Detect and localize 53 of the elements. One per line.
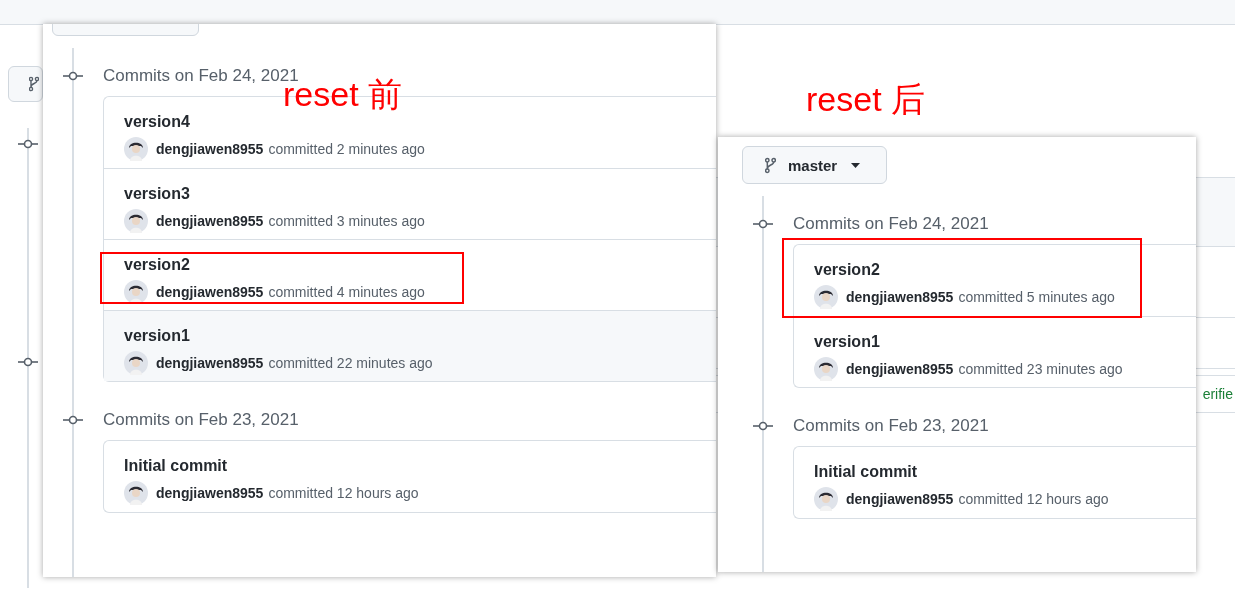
commit-date-heading: Commits on Feb 24, 2021	[793, 214, 989, 234]
commit-node-icon	[63, 71, 83, 81]
author-link[interactable]: dengjiawen8955	[156, 213, 264, 229]
commit-title[interactable]: version2	[814, 259, 1196, 281]
commit-row[interactable]: version1 dengjiawen8955 committed 23 minutes ago	[794, 316, 1196, 387]
branch-icon	[765, 156, 776, 174]
commit-title[interactable]: version1	[814, 331, 1196, 353]
annotation-label: reset 后	[806, 79, 926, 119]
commit-time: committed 12 hours ago	[958, 491, 1109, 507]
commit-title[interactable]: version1	[124, 325, 716, 347]
commit-row[interactable]: Initial commit dengjiawen8955 committed 12 hours ago	[104, 441, 716, 512]
commit-date-heading: Commits on Feb 23, 2021	[793, 416, 989, 436]
commit-row[interactable]: version1 dengjiawen8955 committed 22 minutes ago	[104, 310, 716, 381]
commit-time: committed 3 minutes ago	[268, 213, 425, 229]
author-link[interactable]: dengjiawen8955	[156, 485, 264, 501]
avatar-icon	[814, 357, 838, 381]
commit-title[interactable]: Initial commit	[814, 461, 1196, 483]
author-link[interactable]: dengjiawen8955	[156, 355, 264, 371]
author-link[interactable]: dengjiawen8955	[846, 361, 954, 377]
author-link[interactable]: dengjiawen8955	[156, 284, 264, 300]
commit-time: committed 2 minutes ago	[268, 141, 425, 157]
author-link[interactable]: dengjiawen8955	[846, 289, 954, 305]
verified-label: erifie	[1202, 386, 1233, 402]
avatar-icon	[124, 137, 148, 161]
commit-node-icon	[63, 415, 83, 425]
commit-time: committed 4 minutes ago	[268, 284, 425, 300]
commit-node-icon	[753, 421, 773, 431]
commit-date-heading: Commits on Feb 23, 2021	[103, 410, 299, 430]
commit-time: committed 22 minutes ago	[268, 355, 433, 371]
commit-time: committed 5 minutes ago	[958, 289, 1115, 305]
commit-title[interactable]: Initial commit	[124, 455, 716, 477]
commit-time: committed 23 minutes ago	[958, 361, 1123, 377]
avatar-icon	[124, 209, 148, 233]
commit-row[interactable]: Initial commit dengjiawen8955 committed 12 hours ago	[794, 447, 1196, 518]
commit-node-icon	[753, 219, 773, 229]
commit-title[interactable]: version2	[124, 254, 716, 276]
avatar-icon	[814, 487, 838, 511]
branch-icon	[29, 76, 39, 92]
avatar-icon	[814, 285, 838, 309]
commit-title[interactable]: version4	[124, 111, 716, 133]
commit-node-icon	[18, 357, 38, 367]
branch-button[interactable]	[8, 66, 43, 102]
author-link[interactable]: dengjiawen8955	[156, 141, 264, 157]
commit-row[interactable]: version3 dengjiawen8955 committed 3 minutes ago	[104, 168, 716, 239]
avatar-icon	[124, 351, 148, 375]
caret-icon	[851, 162, 861, 168]
author-link[interactable]: dengjiawen8955	[846, 491, 954, 507]
avatar-icon	[124, 481, 148, 505]
commit-title[interactable]: version3	[124, 183, 716, 205]
branch-button[interactable]: master	[742, 146, 887, 184]
commit-node-icon	[18, 139, 38, 149]
avatar-icon	[124, 280, 148, 304]
commit-time: committed 12 hours ago	[268, 485, 419, 501]
